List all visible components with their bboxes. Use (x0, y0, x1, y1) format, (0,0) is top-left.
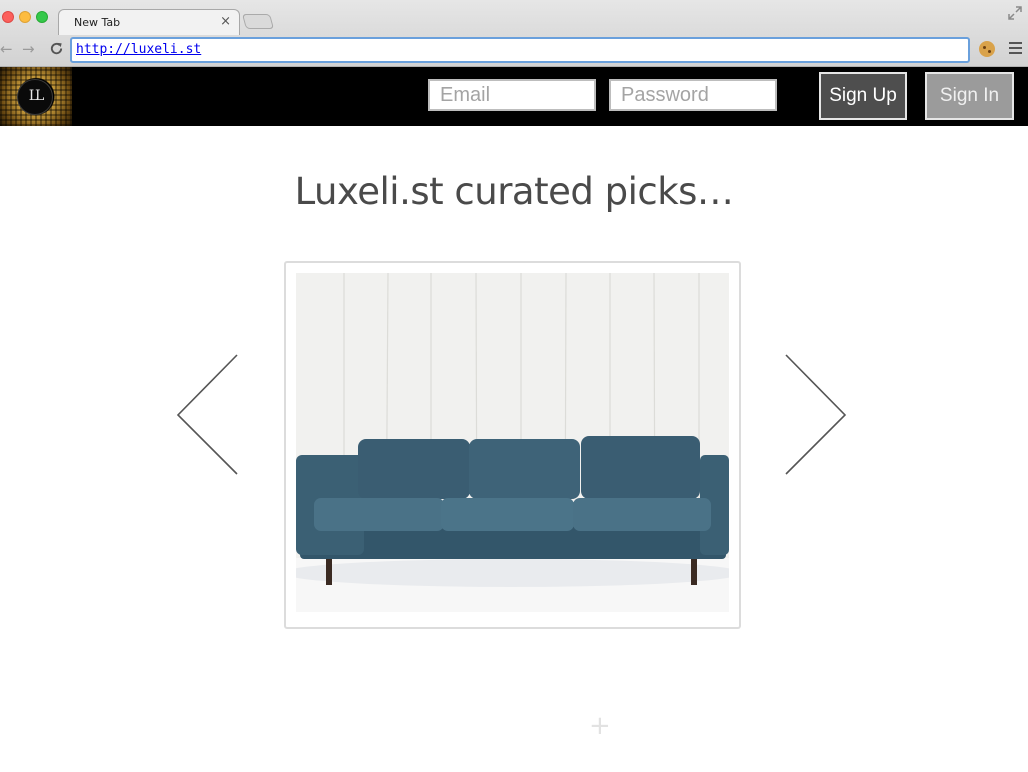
window-minimize-button[interactable] (19, 11, 31, 23)
address-bar[interactable]: http://luxeli.st (70, 37, 970, 63)
address-url[interactable]: http://luxeli.st (76, 42, 201, 57)
window-close-button[interactable] (2, 11, 14, 23)
sign-up-button[interactable]: Sign Up (819, 72, 907, 120)
forward-icon[interactable]: → (22, 40, 35, 58)
carousel-next-arrow-icon[interactable] (784, 354, 848, 476)
carousel-prev-arrow-icon[interactable] (175, 354, 239, 476)
email-field[interactable] (428, 79, 596, 111)
fullscreen-icon[interactable] (1008, 6, 1022, 20)
password-field[interactable] (609, 79, 777, 111)
logo-text: LL (28, 88, 45, 104)
logo-mark: LL (17, 79, 53, 115)
add-icon[interactable]: + (589, 713, 611, 739)
browser-chrome: New Tab × ← → http://luxeli.st (0, 0, 1028, 67)
menu-icon[interactable] (1009, 42, 1022, 56)
site-header: LL Sign Up Sign In (0, 67, 1028, 126)
new-tab-button[interactable] (241, 14, 275, 29)
carousel-card[interactable] (284, 261, 741, 629)
browser-tab[interactable]: New Tab × (58, 9, 240, 35)
reload-icon[interactable] (49, 41, 64, 56)
tab-title: New Tab (74, 16, 121, 29)
window-maximize-button[interactable] (36, 11, 48, 23)
cookie-extension-icon[interactable] (979, 41, 995, 57)
page-title: Luxeli.st curated picks… (294, 170, 734, 213)
sign-in-button[interactable]: Sign In (925, 72, 1014, 120)
tab-close-icon[interactable]: × (220, 14, 231, 30)
luxelist-logo[interactable]: LL (0, 67, 72, 126)
sofa-product-image[interactable] (296, 273, 729, 612)
back-icon[interactable]: ← (0, 40, 13, 58)
